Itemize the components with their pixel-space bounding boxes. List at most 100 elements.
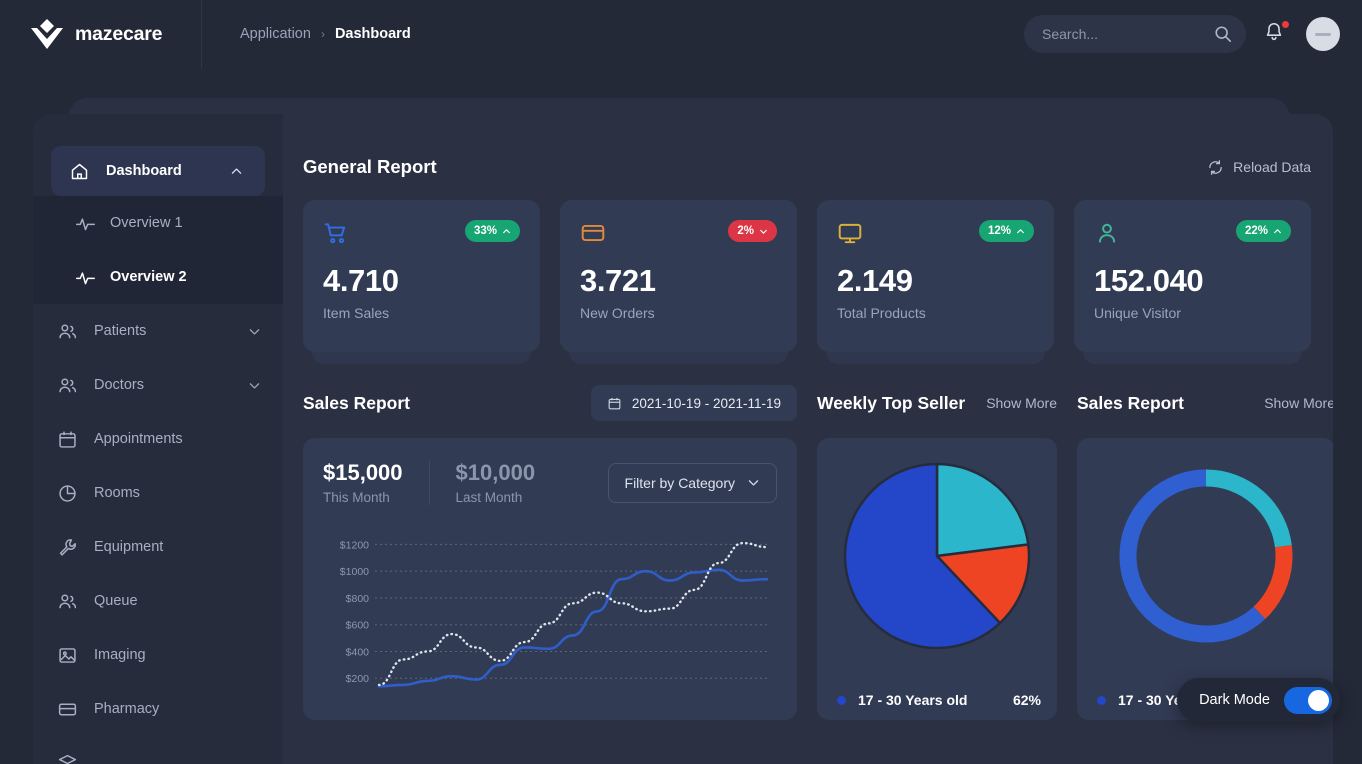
brand-name: mazecare — [75, 22, 163, 45]
sidebar-item-rooms[interactable]: Rooms — [33, 466, 283, 520]
card-icon — [58, 703, 77, 715]
chevron-down-icon[interactable] — [248, 379, 261, 392]
sidebar-item-label: Imaging — [94, 647, 146, 663]
stat-card-top: 22% — [1094, 220, 1291, 246]
users-icon — [59, 593, 77, 608]
sales-line-chart: $1200 $1000 $800 $600 $400 $200 — [323, 527, 777, 707]
search-input[interactable] — [1024, 15, 1246, 53]
stat-value: 3.721 — [580, 263, 656, 298]
sidebar-item-overview-2[interactable]: Overview 2 — [33, 250, 283, 304]
stat-card-wrap: 22% 152.040 Unique Visitor — [1074, 200, 1311, 364]
sidebar-item-dashboard[interactable]: Dashboard — [51, 146, 265, 196]
legend-color-dot — [837, 695, 846, 705]
sidebar-item-patients[interactable]: Patients — [33, 304, 283, 358]
chevron-up-icon[interactable] — [230, 165, 243, 178]
pie-chart-svg — [843, 462, 1031, 650]
stat-card-top: 12% — [837, 220, 1034, 246]
date-range-picker[interactable]: 2021-10-19 - 2021-11-19 — [590, 385, 797, 421]
stat-badge: 2% — [728, 220, 777, 242]
show-more-link[interactable]: Show More — [1264, 395, 1333, 411]
activity-icon — [76, 271, 95, 284]
stat-label: New Orders — [580, 305, 655, 321]
stat-card-wrap: 33% 4.710 Item Sales — [303, 200, 540, 364]
sidebar-item-partial[interactable] — [33, 736, 283, 764]
this-month-block: $15,000 This Month — [323, 460, 429, 505]
stat-badge-value: 12% — [987, 225, 1011, 237]
sales-report-donut-column: Sales Report Show More 17 - 30 Years old… — [1077, 386, 1333, 720]
credit-card-icon — [581, 224, 605, 242]
sidebar-item-pharmacy[interactable]: Pharmacy — [33, 682, 283, 736]
legend-color-dot — [1097, 695, 1106, 705]
show-more-link[interactable]: Show More — [986, 395, 1057, 411]
top-bar: mazecare Application › Dashboard — [0, 0, 1362, 68]
search-box[interactable] — [1024, 15, 1246, 53]
users-icon — [59, 323, 77, 338]
sidebar-item-label: Patients — [94, 323, 147, 339]
sidebar-item-label: Appointments — [94, 431, 183, 447]
calendar-icon — [59, 431, 76, 448]
topbar-actions — [1024, 15, 1362, 53]
sidebar-item-appointments[interactable]: Appointments — [33, 412, 283, 466]
page-title: General Report — [303, 156, 437, 177]
notifications-button[interactable] — [1263, 20, 1290, 47]
reload-data-label: Reload Data — [1233, 159, 1311, 175]
breadcrumb-separator-icon: › — [320, 27, 325, 41]
sidebar-item-overview-1[interactable]: Overview 1 — [33, 196, 283, 250]
stat-cards: 33% 4.710 Item Sales 2% 3.721 New Orders… — [303, 200, 1311, 364]
sidebar-item-label: Overview 1 — [110, 215, 183, 231]
filter-by-category-dropdown[interactable]: Filter by Category — [607, 462, 777, 503]
search-icon[interactable] — [1214, 25, 1232, 43]
user-avatar[interactable] — [1306, 17, 1340, 51]
sidebar-item-label: Pharmacy — [94, 701, 160, 717]
activity-icon — [76, 217, 95, 230]
last-month-block: $10,000 Last Month — [456, 460, 562, 505]
sidebar-item-label: Doctors — [94, 377, 144, 393]
sidebar-item-doctors[interactable]: Doctors — [33, 358, 283, 412]
notification-badge-dot — [1281, 20, 1290, 29]
chevron-up-icon — [1274, 228, 1281, 233]
stat-card-top: 2% — [580, 220, 777, 246]
pie-legend-row: 17 - 30 Years old 62% — [837, 692, 1041, 708]
sidebar-item-label: Rooms — [94, 485, 140, 501]
stat-badge: 22% — [1235, 220, 1291, 242]
stat-badge-value: 2% — [737, 225, 754, 237]
breadcrumb: Application › Dashboard — [240, 26, 411, 42]
reports-row: Sales Report 2021-10-19 - 2021-11-19 $15… — [303, 385, 1333, 720]
legend-label: 17 - 30 Years old — [858, 692, 968, 708]
package-icon — [58, 754, 77, 764]
sidebar-submenu-dashboard: Overview 1 Overview 2 — [33, 196, 283, 304]
summary-divider — [428, 460, 430, 505]
last-month-label: Last Month — [455, 490, 523, 505]
svg-text:$400: $400 — [346, 646, 370, 658]
sidebar-item-label: Queue — [94, 593, 138, 609]
stat-badge-value: 22% — [1244, 225, 1268, 237]
weekly-top-seller-header: Weekly Top Seller Show More — [817, 386, 1057, 420]
reload-data-button[interactable]: Reload Data — [1207, 159, 1311, 176]
sidebar-item-equipment[interactable]: Equipment — [33, 520, 283, 574]
main-content: General Report Reload Data 33% 4.710 Ite… — [283, 114, 1333, 764]
stat-value: 152.040 — [1094, 263, 1204, 298]
sales-report-title: Sales Report — [303, 392, 410, 413]
stat-card-item-sales[interactable]: 33% 4.710 Item Sales — [303, 200, 540, 352]
line-chart-svg: $1200 $1000 $800 $600 $400 $200 — [340, 539, 769, 688]
sidebar-item-imaging[interactable]: Imaging — [33, 628, 283, 682]
users-icon — [59, 377, 77, 392]
stat-label: Unique Visitor — [1094, 305, 1181, 321]
stat-card-total-products[interactable]: 12% 2.149 Total Products — [817, 200, 1054, 352]
sidebar-item-queue[interactable]: Queue — [33, 574, 283, 628]
brand[interactable]: mazecare — [0, 0, 202, 68]
sales-report-panel: $15,000 This Month $10,000 Last Month Fi… — [303, 438, 797, 720]
general-report-header: General Report Reload Data — [303, 156, 1311, 178]
shopping-cart-icon — [324, 223, 346, 244]
home-icon — [71, 163, 88, 179]
breadcrumb-parent[interactable]: Application — [240, 26, 311, 42]
sales-report-column: Sales Report 2021-10-19 - 2021-11-19 $15… — [303, 385, 797, 720]
chevron-down-icon[interactable] — [248, 325, 261, 338]
dark-mode-switch[interactable] — [1284, 686, 1332, 714]
stat-value: 2.149 — [837, 263, 913, 298]
svg-text:$200: $200 — [346, 673, 370, 685]
dark-mode-toggle[interactable]: Dark Mode — [1177, 678, 1340, 722]
stat-card-unique-visitor[interactable]: 22% 152.040 Unique Visitor — [1074, 200, 1311, 352]
maze-chevron-logo-icon — [31, 19, 63, 49]
stat-card-new-orders[interactable]: 2% 3.721 New Orders — [560, 200, 797, 352]
